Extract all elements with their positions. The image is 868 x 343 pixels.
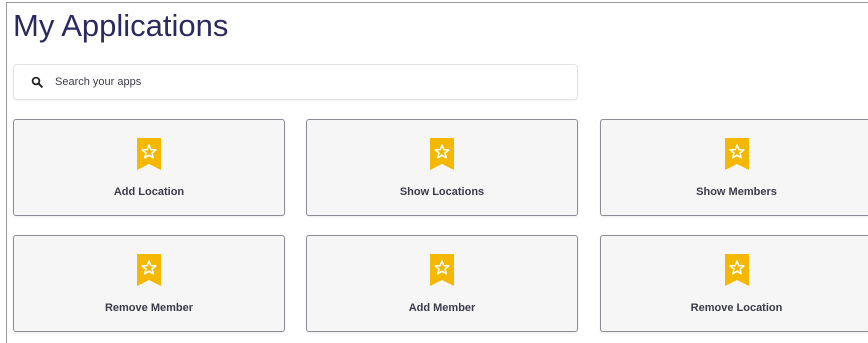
app-tile-label: Show Members	[696, 186, 777, 198]
app-tile-remove-member[interactable]: Remove Member	[13, 235, 285, 332]
app-tile-label: Remove Member	[104, 302, 194, 314]
app-tile-label: Remove Location	[690, 302, 783, 314]
app-tile-show-locations[interactable]: Show Locations	[306, 119, 578, 216]
app-tile-add-location[interactable]: Add Location	[13, 119, 285, 216]
app-tile-add-member[interactable]: Add Member	[306, 235, 578, 332]
app-tile-label: Add Member	[408, 302, 476, 314]
star-badge-icon	[430, 138, 454, 170]
search-icon	[27, 72, 47, 92]
search-bar[interactable]	[13, 64, 578, 100]
app-tile-remove-location[interactable]: Remove Location	[600, 235, 868, 332]
star-badge-icon	[725, 138, 749, 170]
app-tile-label: Add Location	[113, 186, 185, 198]
search-input[interactable]	[55, 72, 535, 92]
app-tile-show-members[interactable]: Show Members	[600, 119, 868, 216]
star-badge-icon	[725, 254, 749, 286]
page-title: My Applications	[13, 8, 229, 43]
star-badge-icon	[430, 254, 454, 286]
star-badge-icon	[137, 254, 161, 286]
app-tile-label: Show Locations	[399, 186, 485, 198]
star-badge-icon	[137, 138, 161, 170]
